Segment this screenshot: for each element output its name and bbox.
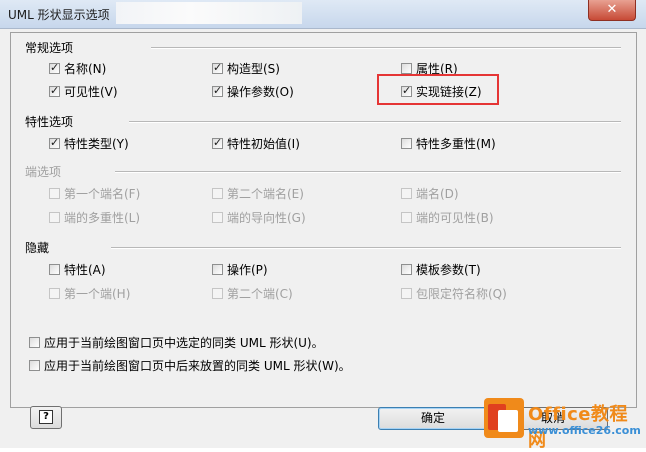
checkbox-box[interactable] [401, 62, 412, 74]
title-bar: UML 形状显示选项 ✕ [0, 0, 646, 29]
section-title-hide: 隐藏 [25, 241, 50, 255]
checkbox-apply-selected[interactable]: 应用于当前绘图窗口页中选定的同类 UML 形状(U)。 [29, 334, 324, 350]
checkbox-end-navigability: 端的导向性(G) [212, 209, 306, 225]
checkbox-hide-operations[interactable]: 操作(P) [212, 261, 268, 277]
checkbox-stereotype[interactable]: 构造型(S) [212, 60, 280, 76]
checkbox-label: 特性初始值(I) [227, 136, 300, 151]
checkbox-apply-future[interactable]: 应用于当前绘图窗口页中后来放置的同类 UML 形状(W)。 [29, 357, 351, 373]
checkbox-box[interactable] [212, 84, 223, 97]
checkbox-box[interactable] [49, 136, 60, 149]
checkbox-hide-template-params[interactable]: 模板参数(T) [401, 261, 481, 277]
checkbox-box[interactable] [212, 61, 223, 74]
checkbox-box[interactable] [212, 263, 223, 275]
separator-properties [129, 121, 621, 123]
checkbox-box[interactable] [401, 137, 412, 149]
checkbox-property-type[interactable]: 特性类型(Y) [49, 135, 129, 151]
checkbox-box[interactable] [29, 359, 40, 371]
checkbox-box [401, 287, 412, 299]
checkbox-label: 第二个端(C) [227, 286, 293, 301]
watermark: Office教程网 www.office26.com [478, 392, 646, 451]
checkbox-label: 特性(A) [64, 262, 106, 277]
separator-general [151, 47, 621, 49]
checkbox-label: 端的多重性(L) [64, 210, 141, 225]
checkbox-property-multiplicity[interactable]: 特性多重性(M) [401, 135, 496, 151]
watermark-url: www.office26.com [528, 424, 641, 437]
checkbox-label: 第一个端名(F) [64, 186, 141, 201]
checkbox-label: 操作参数(O) [227, 84, 294, 99]
checkbox-label: 第一个端(H) [64, 286, 131, 301]
checkbox-label: 包限定符名称(Q) [416, 286, 507, 301]
checkbox-box [212, 211, 223, 223]
section-title-properties: 特性选项 [25, 115, 74, 129]
checkbox-label: 端的导向性(G) [227, 210, 306, 225]
checkbox-visibility[interactable]: 可见性(V) [49, 83, 118, 99]
checkbox-box [49, 287, 60, 299]
checkbox-box[interactable] [212, 136, 223, 149]
checkbox-label: 模板参数(T) [416, 262, 481, 277]
checkbox-label: 操作(P) [227, 262, 268, 277]
highlight-box [377, 74, 499, 105]
checkbox-end-name: 端名(D) [401, 185, 459, 201]
checkbox-label: 名称(N) [64, 61, 107, 76]
checkbox-hide-second-end: 第二个端(C) [212, 285, 293, 301]
ok-button[interactable]: 确定 [378, 407, 488, 430]
checkbox-box [401, 187, 412, 199]
checkbox-hide-qualifier-name: 包限定符名称(Q) [401, 285, 507, 301]
checkbox-label: 应用于当前绘图窗口页中后来放置的同类 UML 形状(W)。 [44, 358, 351, 373]
section-title-ends: 端选项 [25, 165, 62, 179]
separator-hide [111, 247, 621, 249]
checkbox-hide-properties[interactable]: 特性(A) [49, 261, 106, 277]
checkbox-label: 特性类型(Y) [64, 136, 129, 151]
checkbox-label: 第二个端名(E) [227, 186, 304, 201]
checkbox-label: 端的可见性(B) [416, 210, 494, 225]
checkbox-box [401, 211, 412, 223]
checkbox-box[interactable] [401, 263, 412, 275]
blurred-title-area [116, 2, 302, 24]
dialog-body: 常规选项 名称(N) 构造型(S) 属性(R) 可见性(V) 操作参数(O) 实… [0, 29, 646, 448]
checkbox-name[interactable]: 名称(N) [49, 60, 106, 76]
checkbox-label: 特性多重性(M) [416, 136, 496, 151]
checkbox-box[interactable] [49, 61, 60, 74]
checkbox-end-multiplicity: 端的多重性(L) [49, 209, 140, 225]
checkbox-box[interactable] [29, 336, 40, 348]
section-title-general: 常规选项 [25, 41, 74, 55]
checkbox-label: 应用于当前绘图窗口页中选定的同类 UML 形状(U)。 [44, 335, 324, 350]
checkbox-end-visibility: 端的可见性(B) [401, 209, 494, 225]
office-logo-icon [484, 398, 524, 438]
options-panel: 常规选项 名称(N) 构造型(S) 属性(R) 可见性(V) 操作参数(O) 实… [10, 32, 637, 408]
window-title: UML 形状显示选项 [8, 8, 110, 22]
close-button[interactable]: ✕ [588, 0, 636, 21]
checkbox-box [49, 187, 60, 199]
checkbox-label: 构造型(S) [227, 61, 280, 76]
checkbox-box [212, 187, 223, 199]
checkbox-first-end-name: 第一个端名(F) [49, 185, 140, 201]
checkbox-second-end-name: 第二个端名(E) [212, 185, 304, 201]
checkbox-box [212, 287, 223, 299]
help-icon: ? [39, 410, 53, 424]
checkbox-hide-first-end: 第一个端(H) [49, 285, 130, 301]
help-button[interactable]: ? [30, 406, 62, 429]
checkbox-label: 端名(D) [416, 186, 459, 201]
checkbox-operation-params[interactable]: 操作参数(O) [212, 83, 294, 99]
checkbox-box[interactable] [49, 84, 60, 97]
separator-ends [115, 171, 621, 173]
checkbox-property-initial-value[interactable]: 特性初始值(I) [212, 135, 300, 151]
checkbox-box[interactable] [49, 263, 60, 275]
checkbox-label: 可见性(V) [64, 84, 118, 99]
checkbox-box [49, 211, 60, 223]
